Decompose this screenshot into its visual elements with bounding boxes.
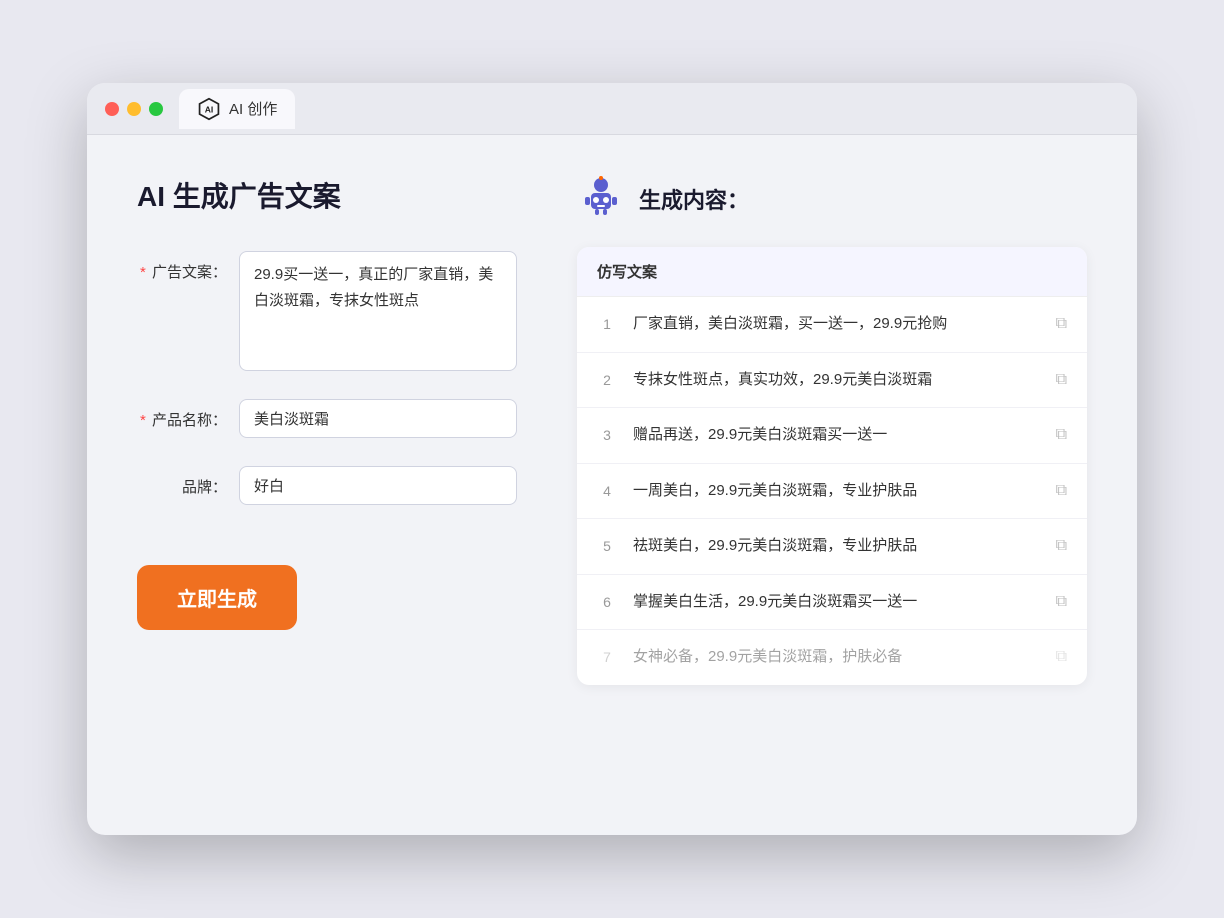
result-number: 6 bbox=[597, 594, 617, 610]
product-name-group: * 产品名称： bbox=[137, 399, 517, 438]
page-title: AI 生成广告文案 bbox=[137, 175, 517, 215]
left-panel: AI 生成广告文案 * 广告文案： 29.9买一送一，真正的厂家直销，美白淡斑霜… bbox=[137, 175, 517, 795]
result-text: 赠品再送，29.9元美白淡斑霜买一送一 bbox=[633, 424, 1040, 447]
result-row: 1 厂家直销，美白淡斑霜，买一送一，29.9元抢购 ⧉ bbox=[577, 297, 1087, 353]
result-row: 6 掌握美白生活，29.9元美白淡斑霜买一送一 ⧉ bbox=[577, 575, 1087, 631]
result-row: 3 赠品再送，29.9元美白淡斑霜买一送一 ⧉ bbox=[577, 408, 1087, 464]
result-number: 4 bbox=[597, 483, 617, 499]
result-row: 4 一周美白，29.9元美白淡斑霜，专业护肤品 ⧉ bbox=[577, 464, 1087, 520]
copy-button[interactable]: ⧉ bbox=[1056, 537, 1067, 555]
product-name-input[interactable] bbox=[239, 399, 517, 438]
content-area: AI 生成广告文案 * 广告文案： 29.9买一送一，真正的厂家直销，美白淡斑霜… bbox=[87, 135, 1137, 835]
brand-group: 品牌： bbox=[137, 466, 517, 505]
copy-button[interactable]: ⧉ bbox=[1056, 593, 1067, 611]
result-row: 7 女神必备，29.9元美白淡斑霜，护肤必备 ⧉ bbox=[577, 630, 1087, 685]
browser-window: AI AI 创作 AI 生成广告文案 * 广告文案： 29.9买一送一，真正的厂… bbox=[87, 83, 1137, 835]
result-number: 5 bbox=[597, 538, 617, 554]
result-text: 祛斑美白，29.9元美白淡斑霜，专业护肤品 bbox=[633, 535, 1040, 558]
result-text: 掌握美白生活，29.9元美白淡斑霜买一送一 bbox=[633, 591, 1040, 614]
generate-button[interactable]: 立即生成 bbox=[137, 565, 297, 630]
ad-copy-label: * 广告文案： bbox=[137, 251, 227, 282]
result-number: 7 bbox=[597, 649, 617, 665]
required-star-ad: * bbox=[140, 264, 146, 281]
results-header: 仿写文案 bbox=[577, 247, 1087, 297]
ad-copy-input[interactable]: 29.9买一送一，真正的厂家直销，美白淡斑霜，专抹女性斑点 bbox=[239, 251, 517, 371]
brand-input[interactable] bbox=[239, 466, 517, 505]
result-number: 2 bbox=[597, 372, 617, 388]
result-number: 3 bbox=[597, 427, 617, 443]
product-name-label: * 产品名称： bbox=[137, 399, 227, 430]
titlebar: AI AI 创作 bbox=[87, 83, 1137, 135]
maximize-button[interactable] bbox=[149, 102, 163, 116]
results-section: 仿写文案 1 厂家直销，美白淡斑霜，买一送一，29.9元抢购 ⧉ 2 专抹女性斑点，真实… bbox=[577, 247, 1087, 685]
copy-button[interactable]: ⧉ bbox=[1056, 648, 1067, 666]
result-row: 2 专抹女性斑点，真实功效，29.9元美白淡斑霜 ⧉ bbox=[577, 353, 1087, 409]
right-header: 生成内容： bbox=[577, 175, 1087, 223]
minimize-button[interactable] bbox=[127, 102, 141, 116]
right-panel: 生成内容： 仿写文案 1 厂家直销，美白淡斑霜，买一送一，29.9元抢购 ⧉ 2 专抹女… bbox=[577, 175, 1087, 795]
brand-label: 品牌： bbox=[137, 466, 227, 497]
result-text: 一周美白，29.9元美白淡斑霜，专业护肤品 bbox=[633, 480, 1040, 503]
result-text: 专抹女性斑点，真实功效，29.9元美白淡斑霜 bbox=[633, 369, 1040, 392]
close-button[interactable] bbox=[105, 102, 119, 116]
robot-icon bbox=[577, 175, 625, 223]
tab-ai-create[interactable]: AI AI 创作 bbox=[179, 89, 295, 129]
copy-button[interactable]: ⧉ bbox=[1056, 371, 1067, 389]
result-text: 厂家直销，美白淡斑霜，买一送一，29.9元抢购 bbox=[633, 313, 1040, 336]
copy-button[interactable]: ⧉ bbox=[1056, 315, 1067, 333]
copy-button[interactable]: ⧉ bbox=[1056, 426, 1067, 444]
result-row: 5 祛斑美白，29.9元美白淡斑霜，专业护肤品 ⧉ bbox=[577, 519, 1087, 575]
right-title: 生成内容： bbox=[639, 183, 749, 215]
tab-label: AI 创作 bbox=[229, 98, 277, 119]
required-star-product: * bbox=[140, 412, 146, 429]
traffic-lights bbox=[105, 102, 163, 116]
result-text: 女神必备，29.9元美白淡斑霜，护肤必备 bbox=[633, 646, 1040, 669]
result-number: 1 bbox=[597, 316, 617, 332]
results-list: 1 厂家直销，美白淡斑霜，买一送一，29.9元抢购 ⧉ 2 专抹女性斑点，真实功效，29… bbox=[577, 297, 1087, 685]
ad-copy-group: * 广告文案： 29.9买一送一，真正的厂家直销，美白淡斑霜，专抹女性斑点 bbox=[137, 251, 517, 371]
svg-text:AI: AI bbox=[205, 104, 214, 114]
ai-tab-icon: AI bbox=[197, 97, 221, 121]
copy-button[interactable]: ⧉ bbox=[1056, 482, 1067, 500]
